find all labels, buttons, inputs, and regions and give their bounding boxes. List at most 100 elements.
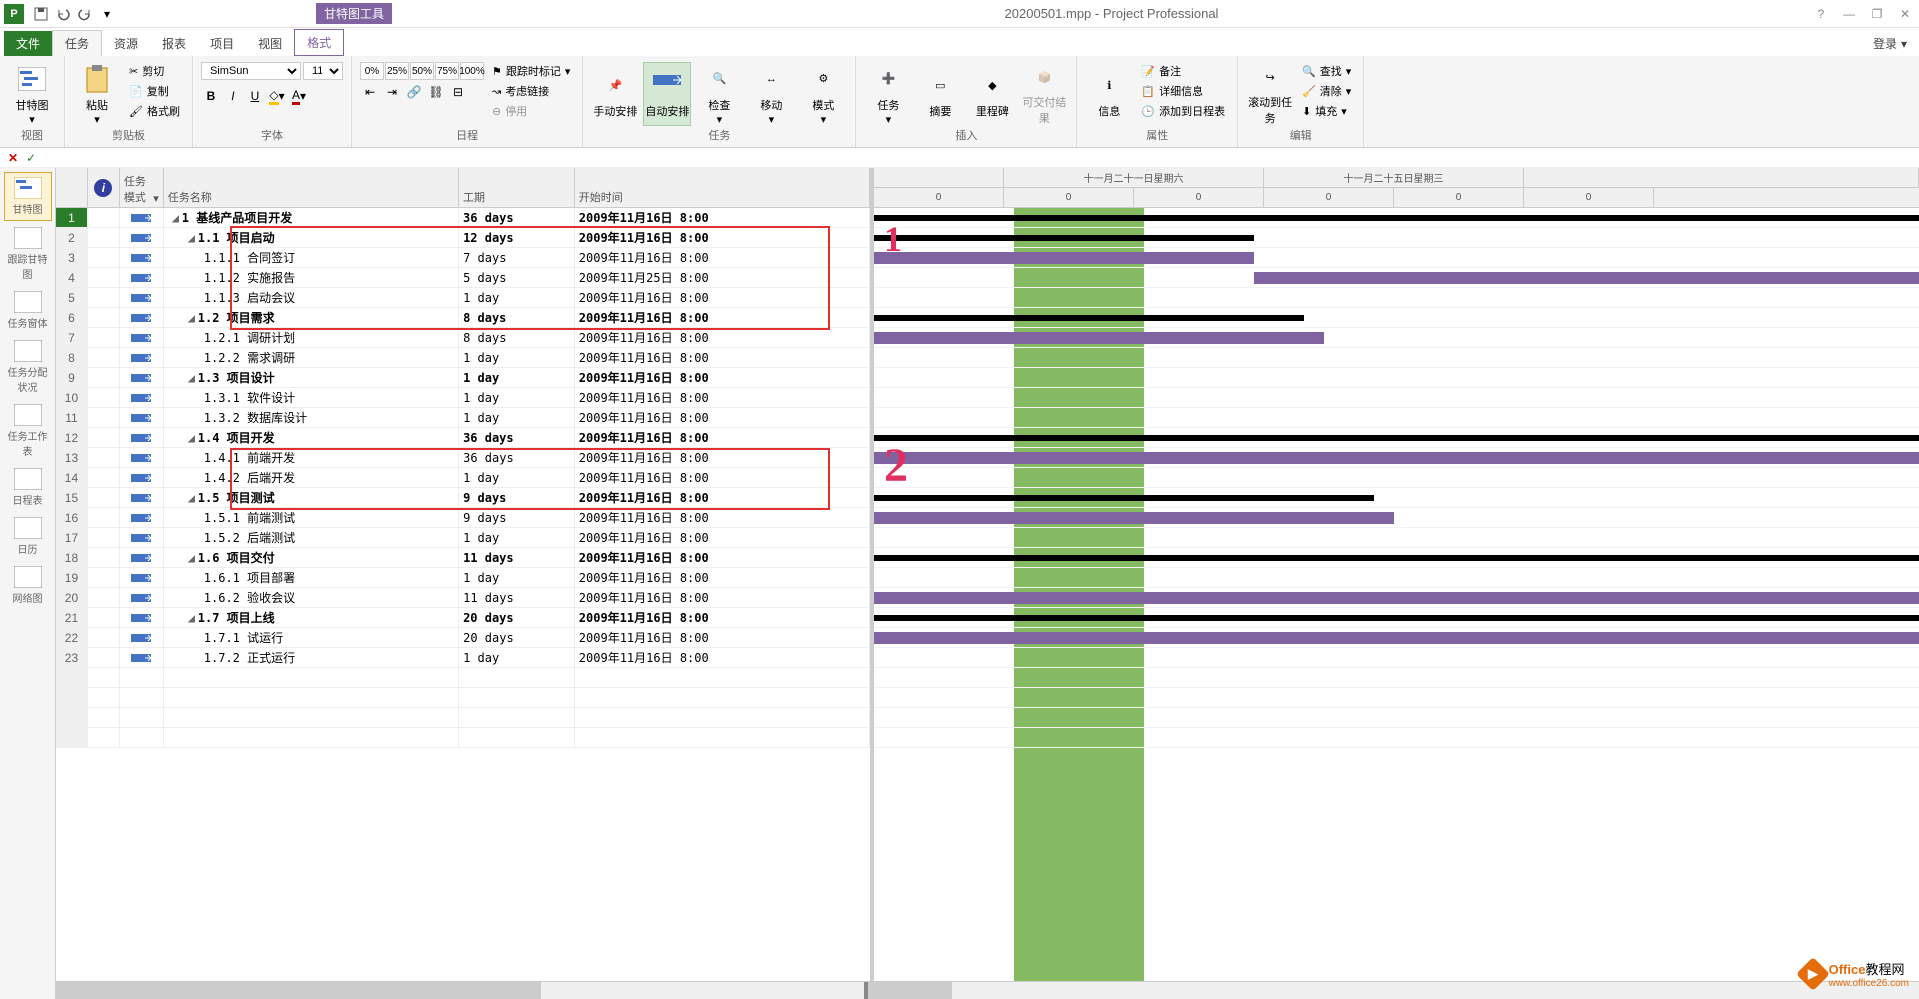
row-start[interactable]: 2009年11月16日 8:00 — [575, 248, 870, 267]
row-mode[interactable] — [120, 288, 164, 307]
cut-button[interactable]: ✂剪切 — [125, 62, 184, 80]
task-bar[interactable] — [874, 512, 1394, 524]
row-start[interactable]: 2009年11月16日 8:00 — [575, 288, 870, 307]
row-duration[interactable]: 8 days — [459, 308, 575, 327]
table-row[interactable]: 9◢1.3 项目设计1 day2009年11月16日 8:00 — [56, 368, 870, 388]
row-number[interactable]: 12 — [56, 428, 88, 447]
table-row[interactable]: 201.6.2 验收会议11 days2009年11月16日 8:00 — [56, 588, 870, 608]
inspect-button[interactable]: 🔍检查▾ — [695, 62, 743, 126]
row-name[interactable]: 1.2.1 调研计划 — [164, 328, 459, 347]
viewbar-network[interactable]: 网络图 — [4, 562, 52, 609]
table-row[interactable]: 51.1.3 启动会议1 day2009年11月16日 8:00 — [56, 288, 870, 308]
tab-view[interactable]: 视图 — [246, 31, 294, 56]
row-number[interactable]: 1 — [56, 208, 88, 227]
row-mode[interactable] — [120, 268, 164, 287]
add-to-timeline-button[interactable]: 🕒添加到日程表 — [1137, 102, 1229, 120]
row-duration[interactable]: 9 days — [459, 508, 575, 527]
row-start[interactable]: 2009年11月25日 8:00 — [575, 268, 870, 287]
row-number[interactable]: 15 — [56, 488, 88, 507]
row-number[interactable]: 6 — [56, 308, 88, 327]
font-family-select[interactable]: SimSun — [201, 62, 301, 80]
row-number[interactable]: 9 — [56, 368, 88, 387]
row-duration[interactable]: 1 day — [459, 568, 575, 587]
grid-body[interactable]: 1◢1 基线产品项目开发36 days2009年11月16日 8:002◢1.1… — [56, 208, 870, 981]
fill-button[interactable]: ⬇填充▾ — [1298, 102, 1355, 120]
table-row[interactable]: 161.5.1 前端测试9 days2009年11月16日 8:00 — [56, 508, 870, 528]
row-mode[interactable] — [120, 488, 164, 507]
row-start[interactable]: 2009年11月16日 8:00 — [575, 548, 870, 567]
redo-button[interactable] — [76, 5, 94, 23]
row-start[interactable]: 2009年11月16日 8:00 — [575, 388, 870, 407]
row-mode[interactable] — [120, 628, 164, 647]
pct-100-button[interactable]: 100% — [460, 62, 484, 80]
row-name[interactable]: 1.6.1 项目部署 — [164, 568, 459, 587]
row-number[interactable]: 8 — [56, 348, 88, 367]
summary-bar[interactable] — [874, 615, 1919, 621]
notes-button[interactable]: 📝备注 — [1137, 62, 1229, 80]
row-duration[interactable]: 1 day — [459, 648, 575, 667]
row-start[interactable]: 2009年11月16日 8:00 — [575, 328, 870, 347]
row-start[interactable]: 2009年11月16日 8:00 — [575, 648, 870, 667]
font-color-button[interactable]: A▾ — [289, 86, 309, 106]
table-row[interactable]: 1◢1 基线产品项目开发36 days2009年11月16日 8:00 — [56, 208, 870, 228]
row-number[interactable]: 7 — [56, 328, 88, 347]
tab-file[interactable]: 文件 — [4, 31, 52, 56]
horizontal-scrollbar[interactable] — [56, 981, 1919, 999]
details-button[interactable]: 📋详细信息 — [1137, 82, 1229, 100]
row-duration[interactable]: 1 day — [459, 288, 575, 307]
table-row[interactable]: 101.3.1 软件设计1 day2009年11月16日 8:00 — [56, 388, 870, 408]
format-painter-button[interactable]: 🖌格式刷 — [125, 102, 184, 120]
header-start[interactable]: 开始时间 — [575, 168, 870, 207]
move-button[interactable]: ↔移动▾ — [747, 62, 795, 126]
row-number[interactable]: 5 — [56, 288, 88, 307]
font-size-select[interactable]: 11 — [303, 62, 343, 80]
row-start[interactable]: 2009年11月16日 8:00 — [575, 568, 870, 587]
inactivate-button[interactable]: ⊖停用 — [488, 102, 574, 120]
row-duration[interactable]: 20 days — [459, 628, 575, 647]
row-number[interactable]: 10 — [56, 388, 88, 407]
row-mode[interactable] — [120, 648, 164, 667]
information-button[interactable]: ℹ信息 — [1085, 62, 1133, 126]
row-start[interactable]: 2009年11月16日 8:00 — [575, 528, 870, 547]
row-mode[interactable] — [120, 208, 164, 227]
row-number[interactable]: 13 — [56, 448, 88, 467]
summary-bar[interactable] — [874, 315, 1304, 321]
viewbar-gantt[interactable]: 甘特图 — [4, 172, 52, 221]
table-row[interactable]: 41.1.2 实施报告5 days2009年11月25日 8:00 — [56, 268, 870, 288]
task-bar[interactable] — [874, 592, 1919, 604]
split-task-button[interactable]: ⊟ — [448, 82, 468, 102]
login-button[interactable]: 登录 ▾ — [1861, 31, 1919, 56]
summary-bar[interactable] — [874, 555, 1919, 561]
close-button[interactable]: ✕ — [1895, 4, 1915, 24]
table-row[interactable]: 171.5.2 后端测试1 day2009年11月16日 8:00 — [56, 528, 870, 548]
header-rownum[interactable] — [56, 168, 88, 207]
row-name[interactable]: 1.1.2 实施报告 — [164, 268, 459, 287]
deliverable-button[interactable]: 📦可交付结果 — [1020, 62, 1068, 126]
row-mode[interactable] — [120, 248, 164, 267]
table-row[interactable]: 2◢1.1 项目启动12 days2009年11月16日 8:00 — [56, 228, 870, 248]
table-row[interactable]: 141.4.2 后端开发1 day2009年11月16日 8:00 — [56, 468, 870, 488]
task-bar[interactable] — [874, 632, 1919, 644]
task-bar[interactable] — [874, 452, 1919, 464]
row-number[interactable]: 18 — [56, 548, 88, 567]
table-row[interactable]: 12◢1.4 项目开发36 days2009年11月16日 8:00 — [56, 428, 870, 448]
gantt-chart-button[interactable]: 甘特图▾ — [8, 62, 56, 126]
row-name[interactable]: 1.4.2 后端开发 — [164, 468, 459, 487]
table-row[interactable]: 18◢1.6 项目交付11 days2009年11月16日 8:00 — [56, 548, 870, 568]
row-name[interactable]: 1.1.1 合同签订 — [164, 248, 459, 267]
indent-button[interactable]: ⇥ — [382, 82, 402, 102]
row-start[interactable]: 2009年11月16日 8:00 — [575, 428, 870, 447]
row-start[interactable]: 2009年11月16日 8:00 — [575, 468, 870, 487]
row-number[interactable]: 3 — [56, 248, 88, 267]
row-duration[interactable]: 12 days — [459, 228, 575, 247]
row-start[interactable]: 2009年11月16日 8:00 — [575, 628, 870, 647]
tab-format[interactable]: 格式 — [294, 29, 344, 56]
save-button[interactable] — [32, 5, 50, 23]
header-mode[interactable]: 任务模式▾ — [120, 168, 164, 207]
milestone-button[interactable]: ◆里程碑 — [968, 62, 1016, 126]
row-name[interactable]: ◢1.3 项目设计 — [164, 368, 459, 387]
table-row[interactable]: 31.1.1 合同签订7 days2009年11月16日 8:00 — [56, 248, 870, 268]
row-number[interactable]: 4 — [56, 268, 88, 287]
restore-button[interactable]: ❐ — [1867, 4, 1887, 24]
task-bar[interactable] — [874, 252, 1254, 264]
